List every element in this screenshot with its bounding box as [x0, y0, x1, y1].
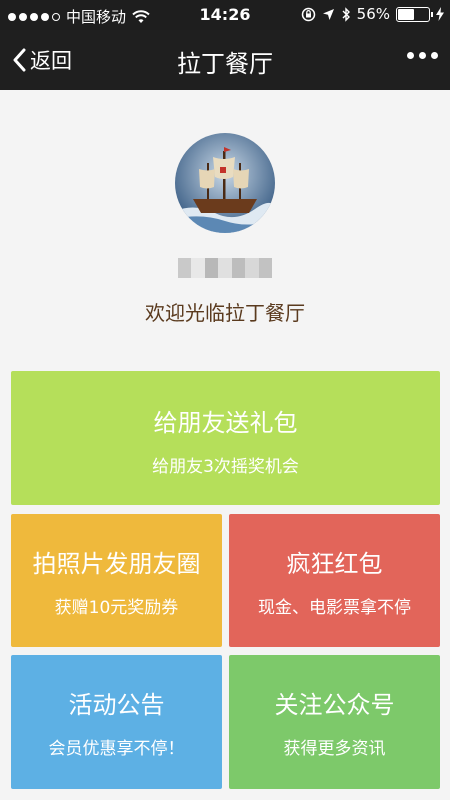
announcement-tile[interactable]: 活动公告 会员优惠享不停！	[11, 655, 222, 789]
red-packet-subtitle: 现金、电影票拿不停	[258, 598, 411, 618]
share-photo-title: 拍照片发朋友圈	[32, 550, 201, 578]
more-dot-icon	[419, 52, 426, 59]
gift-package-subtitle: 给朋友3次摇奖机会	[152, 457, 299, 477]
follow-account-tile[interactable]: 关注公众号 获得更多资讯	[229, 655, 440, 789]
announcement-subtitle: 会员优惠享不停！	[48, 739, 185, 759]
status-right: 56%	[301, 5, 444, 23]
blurred-username	[178, 258, 272, 278]
follow-account-subtitle: 获得更多资讯	[283, 739, 386, 759]
gift-package-title: 给朋友送礼包	[153, 409, 298, 437]
status-bar: 中国移动 14:26 56%	[0, 0, 450, 30]
battery-icon	[396, 6, 433, 22]
battery-fill	[398, 8, 415, 20]
announcement-title: 活动公告	[68, 691, 165, 719]
share-photo-subtitle: 获赠10元奖励券	[54, 598, 179, 618]
red-packet-tile[interactable]: 疯狂红包 现金、电影票拿不停	[229, 514, 440, 647]
battery-percent: 56%	[356, 5, 390, 23]
more-dot-icon	[431, 52, 438, 59]
charging-icon	[436, 7, 444, 21]
more-dot-icon	[407, 52, 414, 59]
gift-package-tile[interactable]: 给朋友送礼包 给朋友3次摇奖机会	[11, 371, 440, 505]
location-icon	[322, 8, 334, 20]
page-title: 拉丁餐厅	[177, 50, 273, 78]
welcome-text: 欢迎光临拉丁餐厅	[145, 301, 305, 325]
follow-account-title: 关注公众号	[274, 691, 395, 719]
more-options-button[interactable]	[407, 52, 438, 59]
rotation-lock-icon	[301, 7, 315, 21]
bluetooth-icon	[342, 6, 350, 22]
navigation-bar: 返回 拉丁餐厅	[0, 30, 450, 90]
sailing-ship-logo	[175, 133, 275, 233]
restaurant-avatar	[175, 133, 275, 233]
red-packet-title: 疯狂红包	[286, 550, 383, 578]
share-photo-tile[interactable]: 拍照片发朋友圈 获赠10元奖励券	[11, 514, 222, 647]
